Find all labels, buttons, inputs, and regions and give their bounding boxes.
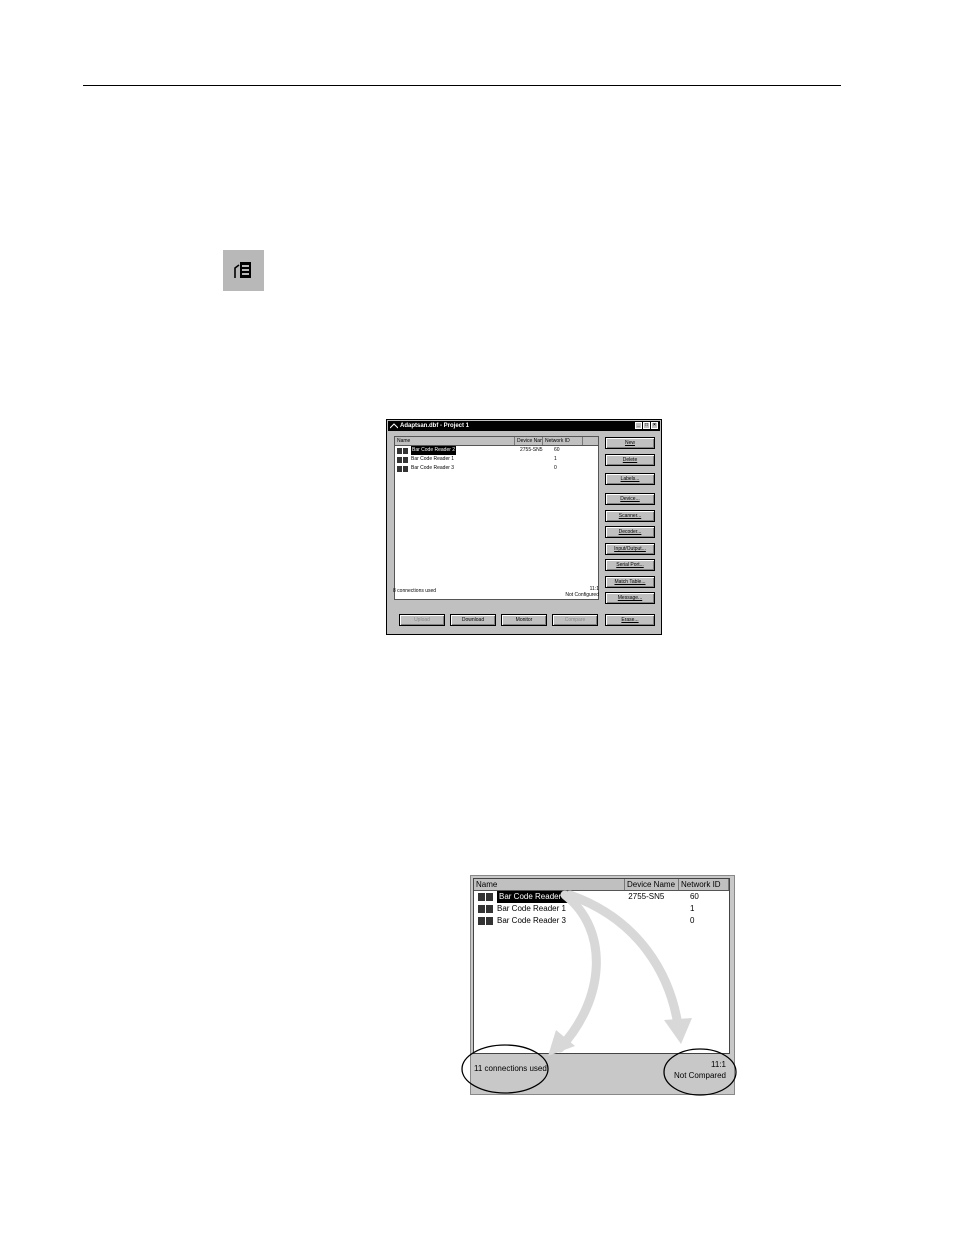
callout-arrow-left [555, 890, 601, 1053]
callout-ellipse-connections [461, 1044, 549, 1094]
callout-arrowhead-right [664, 1018, 692, 1044]
callout-overlay [461, 890, 737, 1096]
callout-ellipse-status [663, 1048, 737, 1096]
